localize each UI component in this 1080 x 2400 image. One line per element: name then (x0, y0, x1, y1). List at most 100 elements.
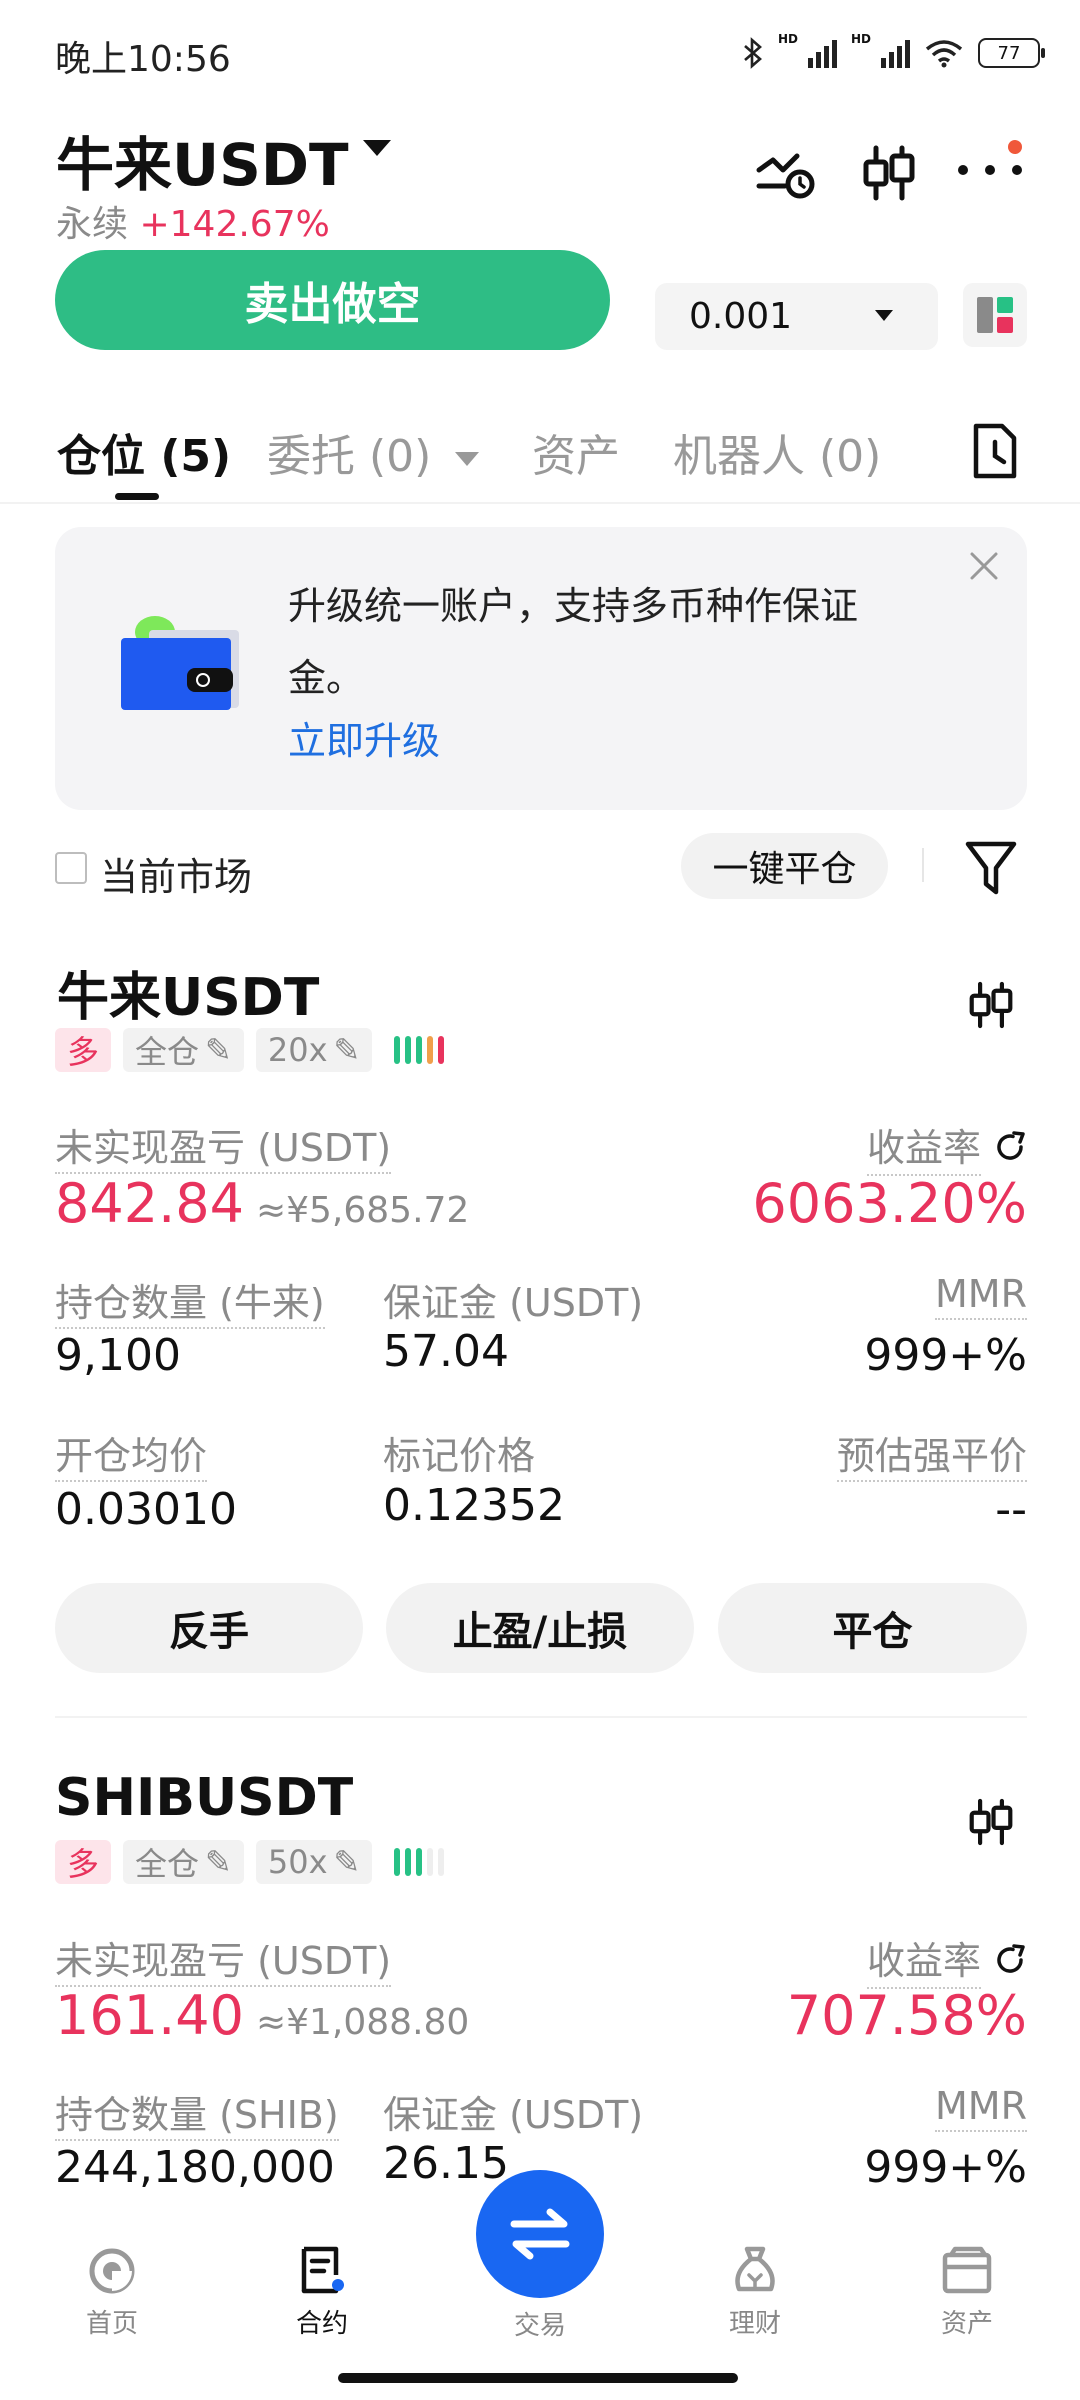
battery-icon: 77 (978, 38, 1045, 68)
upgrade-now-link[interactable]: 立即升级 (288, 710, 440, 765)
pair-subtitle: 永续 +142.67% (56, 195, 330, 247)
wifi-icon (925, 40, 963, 68)
margin-mode-badge[interactable]: 全仓 ✎ (123, 1840, 244, 1884)
position-size: 9,100 (55, 1330, 181, 1381)
nav-contract[interactable]: 合约 (267, 2245, 377, 2340)
position-tags: 多 全仓 ✎ 50x ✎ (55, 1840, 445, 1884)
contract-type: 永续 (56, 204, 129, 245)
more-icon[interactable] (955, 160, 1025, 180)
tab-divider (0, 502, 1080, 504)
roe-value: 6063.20% (752, 1172, 1027, 1235)
quantity-value: 0.001 (689, 296, 793, 337)
tab-positions[interactable]: 仓位 (5) (57, 420, 231, 484)
current-market-checkbox[interactable] (55, 852, 87, 884)
size-label: 持仓数量 (SHIB) (55, 2093, 339, 2141)
tab-active-indicator (115, 493, 159, 500)
candlestick-icon[interactable] (858, 142, 920, 204)
home-indicator (338, 2373, 738, 2383)
history-icon[interactable] (970, 422, 1020, 480)
edit-icon: ✎ (333, 1843, 361, 1881)
mmr-value: 999+% (864, 2142, 1027, 2193)
pnl-cny: ≈¥5,685.72 (255, 1190, 470, 1231)
margin-mode-label: 全仓 (135, 1033, 200, 1071)
signal-icon-2 (881, 38, 910, 68)
mmr-label: MMR (935, 2084, 1027, 2132)
margin-label: 保证金 (USDT) (383, 2093, 644, 2137)
pnl-cny: ≈¥1,088.80 (255, 2002, 470, 2043)
position-symbol[interactable]: 牛来USDT (57, 955, 319, 1030)
size-label: 持仓数量 (牛来) (55, 1281, 325, 1329)
unrealized-pnl: 842.84 (55, 1172, 244, 1235)
share-icon[interactable] (993, 1130, 1027, 1164)
margin-value: 26.15 (383, 2138, 509, 2189)
layout-button[interactable] (963, 283, 1027, 347)
reverse-button[interactable]: 反手 (55, 1583, 363, 1673)
nav-finance[interactable]: 理财 (700, 2245, 810, 2340)
risk-bars-icon (394, 1848, 445, 1876)
pair-dropdown-icon[interactable] (363, 140, 391, 156)
nav-contract-label: 合约 (295, 2309, 348, 2339)
hd-label-1: HD (777, 32, 798, 46)
liq-price: -- (995, 1484, 1027, 1535)
pair-title[interactable]: 牛来USDT (56, 118, 349, 202)
hd-label-2: HD (850, 32, 871, 46)
close-position-button[interactable]: 平仓 (718, 1583, 1027, 1673)
mmr-value: 999+% (864, 1330, 1027, 1381)
risk-bars-icon (394, 1036, 445, 1064)
candlestick-icon[interactable] (965, 1792, 1017, 1852)
close-icon[interactable] (966, 548, 1002, 584)
tab-orders-label: 委托 (0) (267, 431, 432, 482)
unrealized-pnl: 161.40 (55, 1984, 244, 2047)
margin-mode-label: 全仓 (135, 1845, 200, 1883)
contract-icon (301, 2246, 344, 2294)
filter-icon[interactable] (964, 838, 1018, 898)
wallet-icon (942, 2246, 992, 2294)
current-market-label: 当前市场 (100, 855, 253, 899)
battery-level: 77 (997, 42, 1021, 64)
nav-home-label: 首页 (85, 2309, 138, 2339)
filter-divider (922, 848, 924, 882)
bluetooth-icon (744, 37, 762, 69)
close-all-button[interactable]: 一键平仓 (681, 833, 888, 899)
trade-fab[interactable] (476, 2170, 604, 2298)
status-icons: HD HD 77 (742, 30, 1045, 76)
margin-mode-badge[interactable]: 全仓 ✎ (123, 1028, 244, 1072)
position-symbol[interactable]: SHIBUSDT (55, 1768, 353, 1828)
price-alert-icon[interactable] (755, 142, 817, 204)
candlestick-icon[interactable] (965, 975, 1017, 1035)
margin-value: 57.04 (383, 1326, 509, 1377)
quantity-select[interactable]: 0.001 (655, 283, 938, 350)
mark-price-label: 标记价格 (383, 1434, 536, 1478)
chevron-down-icon (875, 310, 893, 321)
pnl-label: 未实现盈亏 (USDT) (55, 1126, 392, 1174)
nav-assets-label: 资产 (940, 2309, 993, 2339)
nav-home[interactable]: 首页 (57, 2245, 167, 2340)
position-divider (55, 1716, 1027, 1718)
mmr-label: MMR (935, 1272, 1027, 1320)
home-icon (89, 2248, 135, 2294)
wallet-illustration-icon (121, 616, 239, 710)
notification-dot (1008, 140, 1022, 154)
tab-assets[interactable]: 资产 (532, 420, 620, 484)
leverage-badge[interactable]: 20x ✎ (255, 1028, 373, 1072)
tp-sl-button[interactable]: 止盈/止损 (386, 1583, 694, 1673)
edit-icon: ✎ (205, 1843, 232, 1881)
sell-short-button[interactable]: 卖出做空 (55, 250, 610, 350)
nav-assets[interactable]: 资产 (912, 2245, 1022, 2340)
roe-label: 收益率 (866, 1117, 981, 1176)
edit-icon: ✎ (333, 1031, 361, 1069)
position-size: 244,180,000 (55, 2142, 335, 2193)
signal-icon-1 (807, 38, 837, 68)
tab-bots[interactable]: 机器人 (0) (673, 420, 881, 484)
roe-label: 收益率 (866, 1930, 981, 1989)
edit-icon: ✎ (205, 1031, 232, 1069)
nav-trade-label[interactable]: 交易 (485, 2305, 595, 2342)
margin-label: 保证金 (USDT) (383, 1281, 644, 1325)
price-change: +142.67% (139, 204, 330, 245)
leverage-badge[interactable]: 50x ✎ (255, 1840, 373, 1884)
tab-orders[interactable]: 委托 (0) (267, 420, 480, 484)
position-tags: 多 全仓 ✎ 20x ✎ (55, 1028, 445, 1072)
mark-price: 0.12352 (383, 1480, 565, 1531)
share-icon[interactable] (993, 1943, 1027, 1977)
finance-icon (735, 2246, 775, 2292)
